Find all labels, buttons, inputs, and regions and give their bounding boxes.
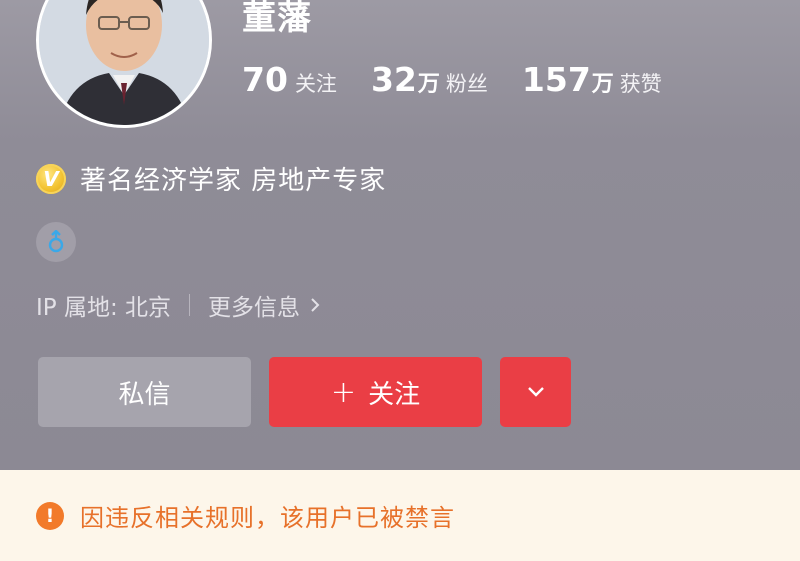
ip-location: IP 属地: 北京 [36, 295, 172, 321]
stat-likes[interactable]: 157 万 获赞 [522, 60, 662, 99]
chevron-down-icon [527, 387, 544, 397]
profile-header: 董藩 70 关注 32 万 粉丝 157 万 获赞 V 著名经济学家 房地产专家… [0, 0, 800, 470]
more-info-label: 更多信息 [208, 295, 301, 321]
ban-notice-text: 因违反相关规则，该用户已被禁言 [80, 504, 455, 532]
follow-button[interactable]: + 关注 [269, 357, 482, 427]
follow-button-label: 关注 [368, 379, 421, 410]
plus-icon: + [330, 374, 357, 410]
verification-row: V 著名经济学家 房地产专家 [36, 160, 386, 197]
ban-notice: ! 因违反相关规则，该用户已被禁言 [0, 470, 800, 561]
stat-followers[interactable]: 32 万 粉丝 [371, 60, 488, 99]
stat-number: 32 [370, 60, 417, 99]
stat-label: 粉丝 [445, 72, 488, 96]
divider [189, 294, 191, 316]
avatar[interactable] [36, 0, 212, 128]
profile-stats: 70 关注 32 万 粉丝 157 万 获赞 [242, 60, 696, 99]
stat-following[interactable]: 70 关注 [242, 60, 337, 99]
profile-name: 董藩 [242, 0, 312, 38]
stat-unit: 万 [591, 72, 614, 97]
ip-location-row: IP 属地: 北京 更多信息 [36, 288, 320, 322]
verification-text: 著名经济学家 房地产专家 [80, 166, 387, 196]
male-icon [36, 222, 76, 262]
stat-unit: 万 [417, 72, 440, 97]
stat-number: 70 [242, 60, 288, 99]
more-options-button[interactable] [500, 357, 571, 427]
more-info-link[interactable]: 更多信息 [208, 288, 320, 322]
message-button[interactable]: 私信 [38, 357, 251, 427]
stat-label: 获赞 [619, 72, 662, 96]
warning-icon: ! [36, 501, 64, 530]
message-button-label: 私信 [118, 379, 171, 410]
verified-badge-icon: V [36, 163, 66, 194]
person-portrait-icon [39, 0, 209, 125]
stat-number: 157 [521, 60, 591, 99]
stat-label: 关注 [294, 72, 337, 96]
chevron-right-icon [311, 298, 320, 312]
